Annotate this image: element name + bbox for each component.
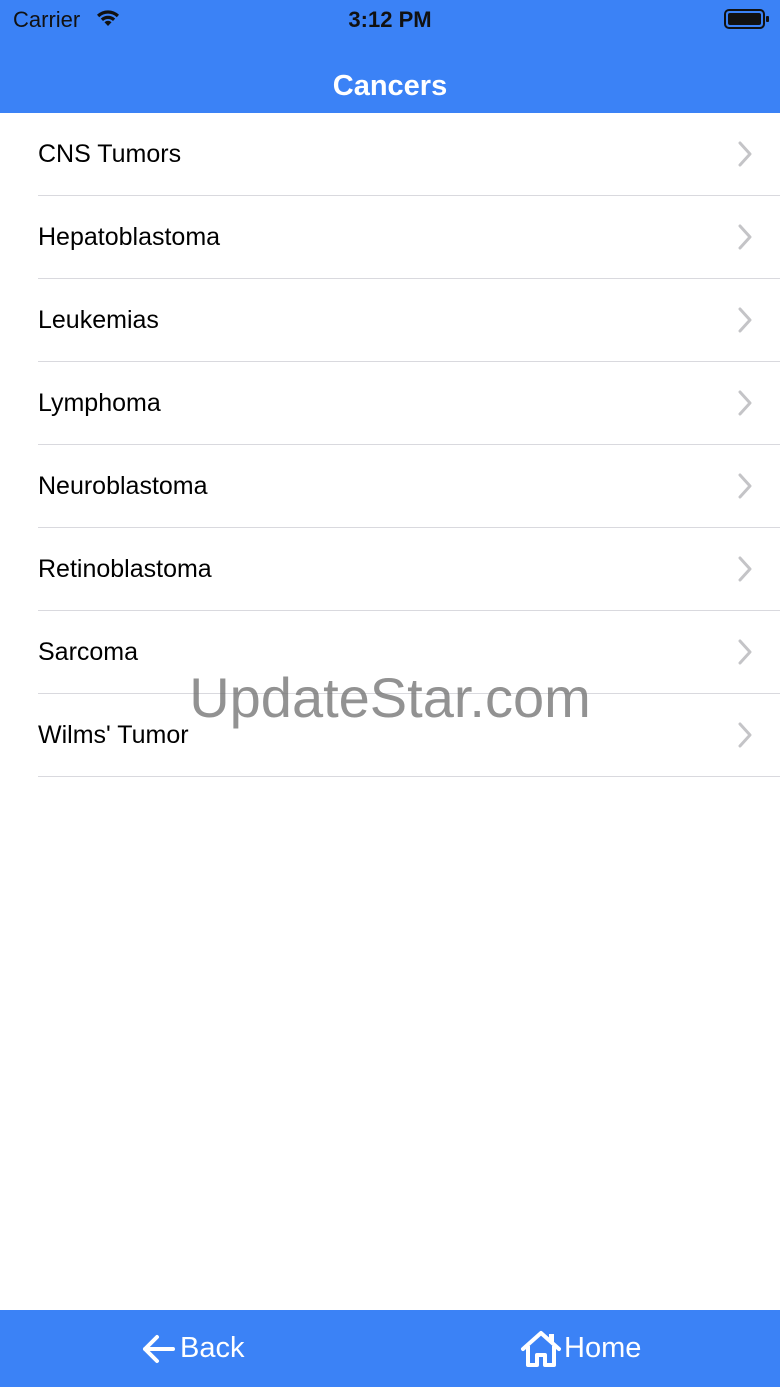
chevron-right-icon — [738, 390, 752, 416]
cancer-list: CNS Tumors Hepatoblastoma Leukemias Lymphom… — [0, 113, 780, 777]
clock: 3:12 PM — [348, 7, 432, 32]
list-item-label: Hepatoblastoma — [38, 223, 221, 251]
chevron-right-icon — [738, 224, 752, 250]
home-label: Home — [564, 1332, 642, 1364]
list-item[interactable]: Hepatoblastoma — [38, 196, 780, 279]
list-item-label: CNS Tumors — [38, 140, 182, 168]
list-item[interactable]: Lymphoma — [38, 362, 780, 445]
chevron-right-icon — [738, 141, 752, 167]
list-item-label: Leukemias — [38, 306, 159, 334]
chevron-right-icon — [738, 307, 752, 333]
screen: Carrier 3:12 PM Cancers CNS Tumors Hepato… — [0, 0, 780, 1387]
list-item[interactable]: Leukemias — [38, 279, 780, 362]
chevron-right-icon — [738, 722, 752, 748]
list-item-label: Neuroblastoma — [38, 472, 208, 500]
back-label: Back — [180, 1332, 245, 1364]
top-bar: Carrier 3:12 PM Cancers — [0, 0, 780, 113]
list-item[interactable]: Retinoblastoma — [38, 528, 780, 611]
battery-icon — [724, 9, 769, 29]
list-item[interactable]: CNS Tumors — [38, 113, 780, 196]
chevron-right-icon — [738, 556, 752, 582]
home-button[interactable]: Home — [520, 1310, 641, 1387]
list-item[interactable]: Neuroblastoma — [38, 445, 780, 528]
home-icon — [521, 1330, 561, 1367]
chevron-right-icon — [738, 473, 752, 499]
list-item-label: Lymphoma — [38, 389, 161, 417]
chevron-right-icon — [738, 639, 752, 665]
arrow-left-icon — [143, 1334, 175, 1363]
page-title: Cancers — [332, 70, 448, 102]
back-button[interactable]: Back — [142, 1310, 244, 1387]
list-item[interactable]: Wilms' Tumor — [38, 694, 780, 777]
bottom-toolbar: Back Home — [0, 1310, 780, 1387]
status-bar: Carrier 3:12 PM — [0, 0, 780, 40]
list-item-label: Wilms' Tumor — [38, 721, 189, 749]
list-item[interactable]: Sarcoma — [38, 611, 780, 694]
list-item-label: Retinoblastoma — [38, 555, 212, 583]
list-item-label: Sarcoma — [38, 638, 139, 666]
